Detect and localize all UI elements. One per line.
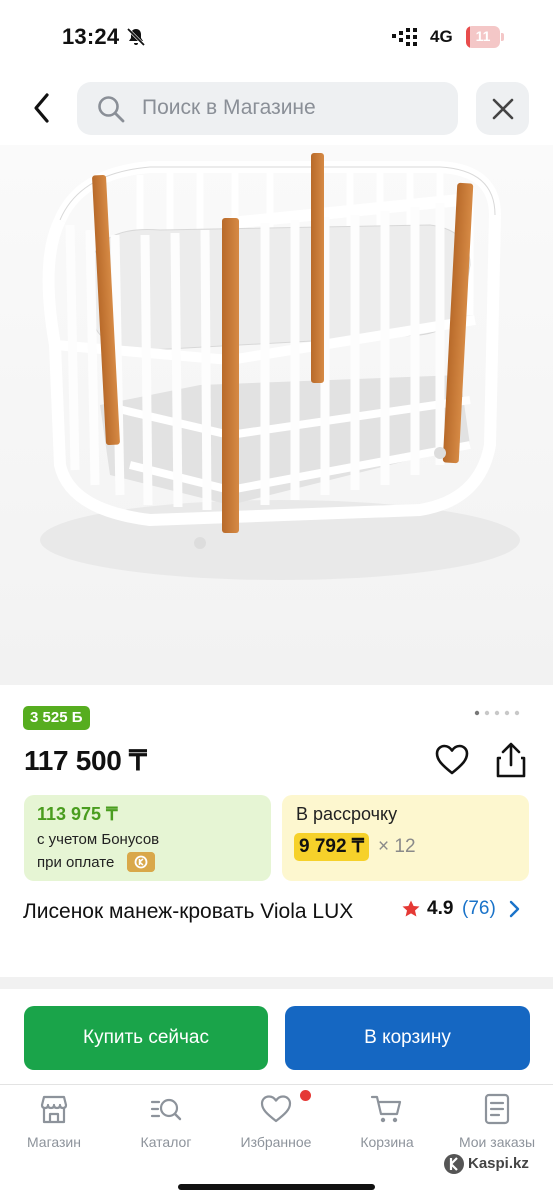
- bonus-badge: 3 525 Б: [23, 706, 90, 730]
- bonus-price: 113 975 ₸: [37, 804, 118, 824]
- back-arrow-icon: [34, 93, 49, 123]
- tab-catalog[interactable]: Каталог: [116, 1092, 216, 1152]
- bonus-caption-line2: при оплате: [37, 854, 115, 871]
- search-icon: [98, 96, 125, 123]
- cart-icon: [370, 1095, 402, 1123]
- heart-icon: [260, 1095, 292, 1123]
- gallery-dot[interactable]: [514, 710, 520, 716]
- tab-label: Магазин: [26, 1134, 81, 1150]
- tab-label: Мои заказы: [458, 1134, 536, 1150]
- gallery-dots[interactable]: [473, 709, 523, 717]
- product-price: 117 500 ₸: [24, 745, 147, 776]
- close-icon: [492, 98, 513, 119]
- status-time: 13:24: [62, 24, 120, 49]
- home-indicator[interactable]: [178, 1184, 375, 1190]
- tab-my-orders[interactable]: Мои заказы: [447, 1092, 547, 1152]
- tab-label: Корзина: [360, 1134, 414, 1150]
- store-icon: [40, 1095, 68, 1124]
- star-icon: [402, 900, 420, 917]
- tab-cart[interactable]: Корзина: [337, 1092, 437, 1152]
- catalog-search-icon: [150, 1098, 182, 1121]
- favorite-heart-icon[interactable]: [434, 742, 470, 778]
- signal-icon: [392, 28, 417, 46]
- battery-level: 11: [475, 28, 491, 44]
- tab-label: Каталог: [140, 1134, 192, 1150]
- network-type: 4G: [430, 27, 453, 46]
- rating-value: 4.9: [427, 898, 454, 919]
- orders-icon: [484, 1093, 510, 1125]
- bell-off-icon: [126, 27, 146, 47]
- product-screen: 13:24 4G 11 Поиск в Магазине 3 525 Б 117…: [0, 0, 553, 1200]
- tab-store[interactable]: Магазин: [4, 1092, 104, 1152]
- bonus-caption-line1: с учетом Бонусов: [37, 831, 160, 848]
- kaspi-logo-icon: [444, 1154, 464, 1174]
- back-button[interactable]: [22, 88, 62, 128]
- installment-monthly-price: 9 792 ₸: [294, 833, 369, 861]
- tab-favorites[interactable]: Избранное: [226, 1092, 326, 1152]
- crib-illustration: [40, 153, 520, 580]
- notification-dot: [300, 1090, 311, 1101]
- chevron-right-icon[interactable]: [507, 900, 521, 918]
- kaspi-card-icon: [127, 852, 155, 872]
- installment-title: В рассрочку: [296, 804, 398, 824]
- gallery-dot[interactable]: [504, 710, 510, 716]
- product-image[interactable]: [0, 145, 553, 685]
- gallery-dot[interactable]: [474, 710, 480, 716]
- add-to-cart-button[interactable]: В корзину: [285, 1006, 530, 1070]
- reviews-link[interactable]: (76): [462, 898, 496, 920]
- search-placeholder: Поиск в Магазине: [142, 96, 316, 119]
- share-icon[interactable]: [493, 740, 529, 780]
- section-divider: [0, 977, 553, 989]
- product-title: Лисенок манеж-кровать Viola LUX: [23, 900, 354, 923]
- tab-label: Избранное: [240, 1134, 312, 1150]
- close-button[interactable]: [476, 82, 529, 135]
- watermark-text: Kaspi.kz: [468, 1155, 529, 1172]
- tab-bar-divider: [0, 1084, 553, 1085]
- gallery-dot[interactable]: [494, 710, 500, 716]
- gallery-dot[interactable]: [484, 710, 490, 716]
- buy-now-button[interactable]: Купить сейчас: [24, 1006, 268, 1070]
- battery-icon: 11: [466, 26, 504, 48]
- installment-multiplier: × 12: [378, 836, 416, 857]
